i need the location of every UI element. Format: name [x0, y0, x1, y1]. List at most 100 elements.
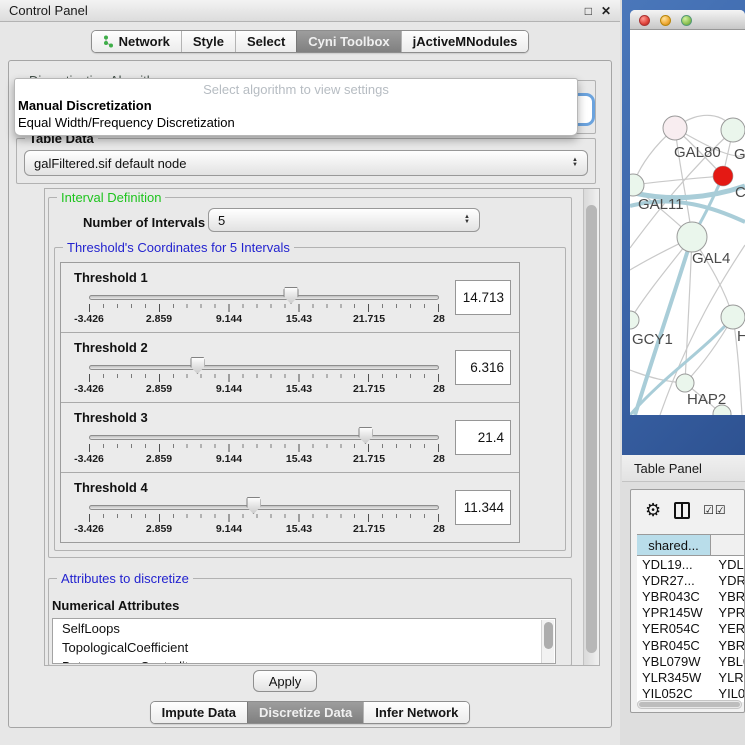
- settings-vertical-scrollbar[interactable]: [583, 189, 599, 665]
- table-data-combo[interactable]: galFiltered.sif default node ▲▼: [24, 150, 588, 176]
- table-row[interactable]: YPR145W YPR1: [637, 605, 745, 621]
- close-traffic-light-icon[interactable]: [639, 15, 650, 26]
- tick-label: 9.144: [216, 453, 242, 465]
- tick-label: 21.715: [353, 453, 385, 465]
- node-hap2[interactable]: [676, 374, 694, 392]
- float-window-icon[interactable]: □: [585, 5, 592, 17]
- node-selected-red[interactable]: [713, 166, 733, 186]
- dropdown-option-manual-discretization[interactable]: Manual Discretization: [15, 97, 577, 114]
- tick-label: 15.43: [286, 383, 312, 395]
- threshold-4-slider[interactable]: -3.426 2.859 9.144 15.43 21.715 28: [89, 495, 439, 539]
- scrollbar-thumb[interactable]: [639, 702, 740, 707]
- slider-track[interactable]: [89, 365, 439, 370]
- node-gal4[interactable]: [677, 222, 707, 252]
- bottom-tab-bar: Impute Data Discretize Data Infer Networ…: [0, 701, 620, 724]
- table-row[interactable]: YER054C YER0: [637, 621, 745, 637]
- tick-label: 28: [433, 383, 445, 395]
- threshold-3-value-field[interactable]: 21.4: [455, 420, 511, 455]
- slider-track[interactable]: [89, 505, 439, 510]
- top-tab-bar: Network Style Select Cyni Toolbox jActiv…: [0, 24, 620, 58]
- cell: YBL079W: [637, 654, 710, 669]
- threshold-1-slider[interactable]: -3.426 2.859 9.144 15.43 21.715 28: [89, 285, 439, 329]
- zoom-traffic-light-icon[interactable]: [681, 15, 692, 26]
- attributes-list-scrollbar[interactable]: [541, 620, 554, 664]
- minimize-traffic-light-icon[interactable]: [660, 15, 671, 26]
- threshold-1-value-field[interactable]: 14.713: [455, 280, 511, 315]
- label-edge-right: H: [737, 328, 745, 345]
- slider-track[interactable]: [89, 295, 439, 300]
- apply-button[interactable]: Apply: [253, 670, 317, 692]
- cell: YBR0: [710, 638, 745, 653]
- tab-style[interactable]: Style: [181, 31, 235, 52]
- tick-label: 28: [433, 453, 445, 465]
- slider-thumb[interactable]: [190, 357, 205, 374]
- tab-network[interactable]: Network: [92, 31, 181, 52]
- list-item-topologicalcoefficient[interactable]: TopologicalCoefficient: [53, 638, 555, 657]
- threshold-3-slider[interactable]: -3.426 2.859 9.144 15.43 21.715 28: [89, 425, 439, 469]
- dropdown-placeholder-option[interactable]: Select algorithm to view settings: [15, 82, 577, 97]
- table-row[interactable]: YDL19... YDL1: [637, 556, 745, 572]
- threshold-2-label: Threshold 2: [74, 340, 148, 355]
- scrollbar-thumb[interactable]: [544, 622, 553, 649]
- tab-select[interactable]: Select: [235, 31, 296, 52]
- tick-label: 15.43: [286, 453, 312, 465]
- node-gal80[interactable]: [663, 116, 687, 140]
- tab-impute-data[interactable]: Impute Data: [151, 702, 247, 723]
- gear-icon[interactable]: ⚙: [645, 501, 661, 519]
- tick-label: 2.859: [146, 313, 172, 325]
- numerical-attributes-list[interactable]: SelfLoops TopologicalCoefficient Between…: [52, 618, 556, 664]
- network-window-titlebar: [630, 10, 745, 30]
- dropdown-option-equal-width-frequency[interactable]: Equal Width/Frequency Discretization: [15, 114, 577, 131]
- slider-thumb[interactable]: [284, 287, 299, 304]
- cell: YBR0: [710, 589, 745, 604]
- tick-label: 28: [433, 523, 445, 535]
- column-header-shared-name[interactable]: shared...: [637, 535, 711, 555]
- network-window: GAL80 GA C GAL11 GAL4 GCY1 H HAP2: [630, 10, 745, 415]
- table-horizontal-scrollbar[interactable]: [637, 700, 742, 709]
- number-of-intervals-combo[interactable]: 5 ▲▼: [208, 208, 480, 232]
- network-graph: GAL80 GA C GAL11 GAL4 GCY1 H HAP2: [630, 30, 745, 415]
- list-item-selfloops[interactable]: SelfLoops: [53, 619, 555, 638]
- column-header-name[interactable]: na: [711, 535, 745, 555]
- table-row[interactable]: YLR345W YLR3: [637, 669, 745, 685]
- threshold-1-label: Threshold 1: [74, 270, 148, 285]
- slider-thumb[interactable]: [246, 497, 261, 514]
- tick-label: 15.43: [286, 523, 312, 535]
- slider-thumb[interactable]: [358, 427, 373, 444]
- node-edge-top[interactable]: [721, 118, 745, 142]
- threshold-4-value-field[interactable]: 11.344: [455, 490, 511, 525]
- tab-infer-network[interactable]: Infer Network: [363, 702, 469, 723]
- tick-label: 21.715: [353, 523, 385, 535]
- table-header-row: shared... na: [637, 534, 745, 556]
- tick-label: -3.426: [74, 523, 104, 535]
- slider-track[interactable]: [89, 435, 439, 440]
- tab-cyni-toolbox[interactable]: Cyni Toolbox: [296, 31, 400, 52]
- split-table-icon[interactable]: [674, 502, 690, 519]
- select-columns-checkboxes-icon[interactable]: ☑☑: [703, 503, 727, 517]
- tab-jactivemnodules[interactable]: jActiveMNodules: [401, 31, 529, 52]
- scrollbar-thumb[interactable]: [586, 205, 597, 653]
- close-window-icon[interactable]: ✕: [601, 5, 611, 17]
- table-row[interactable]: YBR043C YBR0: [637, 588, 745, 604]
- network-canvas[interactable]: GAL80 GA C GAL11 GAL4 GCY1 H HAP2: [630, 30, 745, 415]
- cell: YER054C: [637, 621, 710, 636]
- cell: YPR145W: [637, 605, 710, 620]
- list-item-betweennesscentrality[interactable]: BetweennessCentrality: [53, 657, 555, 664]
- table-row[interactable]: YBR045C YBR0: [637, 637, 745, 653]
- cell: YBL0: [710, 654, 745, 669]
- cell: YBR043C: [637, 589, 710, 604]
- table-row[interactable]: YBL079W YBL0: [637, 653, 745, 669]
- control-panel-titlebar: Control Panel □ ✕: [0, 0, 620, 22]
- tab-cyni-toolbox-label: Cyni Toolbox: [308, 34, 389, 49]
- node-h[interactable]: [721, 305, 745, 329]
- number-of-intervals-label: Number of Intervals: [83, 215, 205, 230]
- tick-label: 9.144: [216, 523, 242, 535]
- threshold-2-slider[interactable]: -3.426 2.859 9.144 15.43 21.715 28: [89, 355, 439, 399]
- table-row[interactable]: YDR27... YDR2: [637, 572, 745, 588]
- cell: YIL052C: [637, 686, 710, 701]
- tab-discretize-data[interactable]: Discretize Data: [247, 702, 363, 723]
- node-gcy1[interactable]: [630, 311, 639, 329]
- cell: YLR3: [710, 670, 745, 685]
- cell: YLR345W: [637, 670, 710, 685]
- threshold-2-value-field[interactable]: 6.316: [455, 350, 511, 385]
